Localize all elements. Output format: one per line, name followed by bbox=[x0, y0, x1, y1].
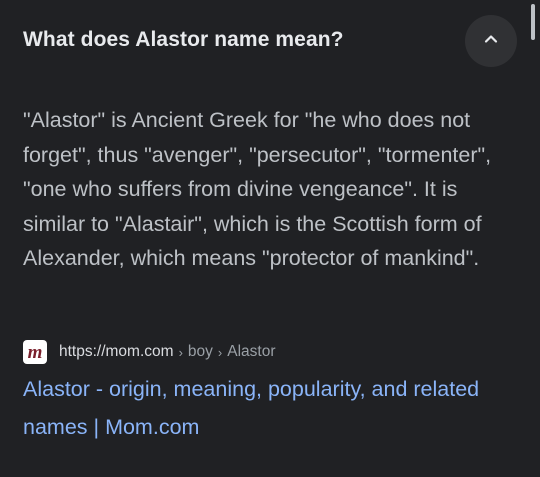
related-question-header[interactable]: What does Alastor name mean? bbox=[0, 0, 540, 84]
breadcrumb-separator: › bbox=[217, 344, 223, 360]
search-result-panel: What does Alastor name mean? "Alastor" i… bbox=[0, 0, 540, 477]
question-text[interactable]: What does Alastor name mean? bbox=[23, 27, 344, 53]
breadcrumb-separator: › bbox=[178, 344, 183, 360]
result-title-link[interactable]: Alastor - origin, meaning, popularity, a… bbox=[23, 371, 523, 446]
mom-favicon-icon: m bbox=[23, 340, 47, 364]
source-citation[interactable]: m https://mom.com › boy › Alastor bbox=[23, 339, 276, 365]
breadcrumb-alastor: Alastor bbox=[227, 343, 276, 360]
collapse-button[interactable] bbox=[465, 15, 517, 67]
answer-snippet: "Alastor" is Ancient Greek for "he who d… bbox=[23, 108, 492, 271]
breadcrumb-boy: boy bbox=[187, 343, 213, 360]
source-url[interactable]: https://mom.com bbox=[59, 342, 174, 362]
svg-text:m: m bbox=[28, 342, 43, 362]
chevron-up-icon bbox=[482, 30, 500, 53]
